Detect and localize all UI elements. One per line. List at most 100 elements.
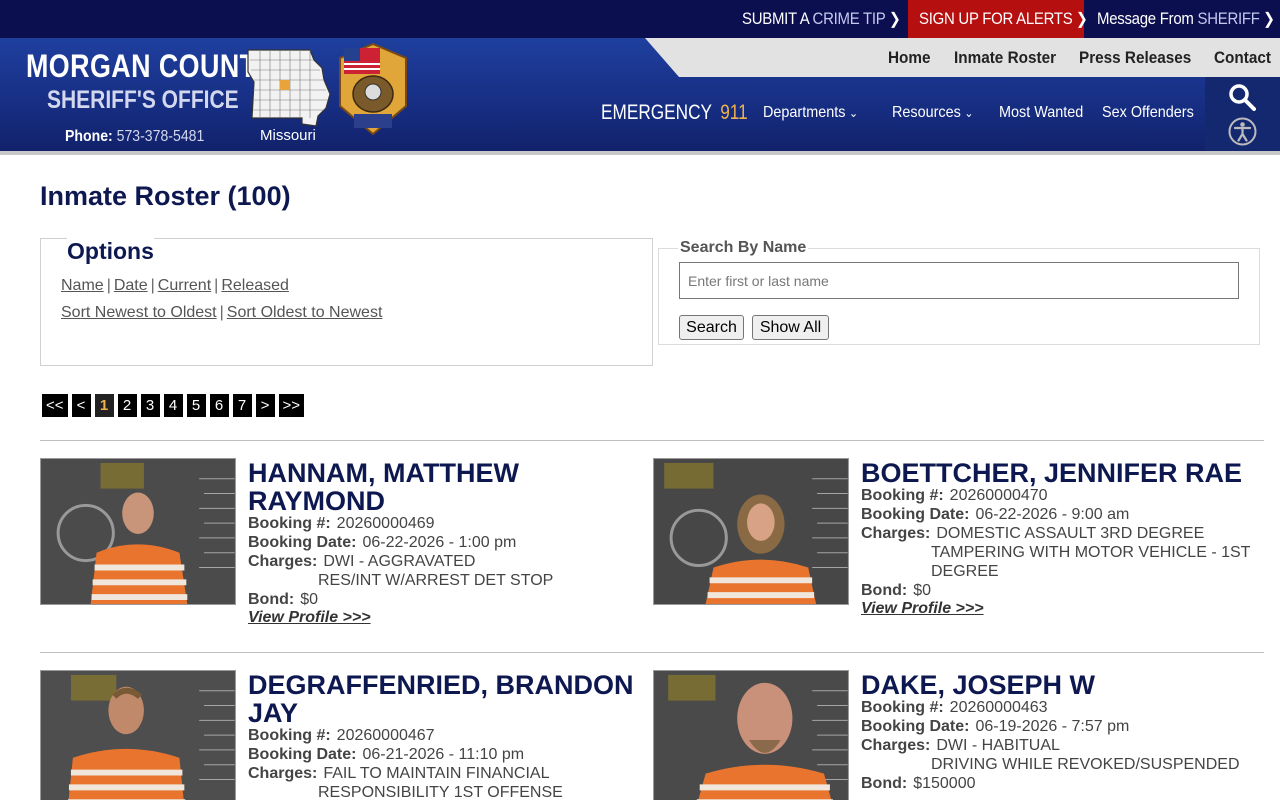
chevron-right-icon: ❯ (1076, 11, 1088, 28)
caret-down-icon: ⌄ (964, 106, 974, 120)
crime-tip-text: SUBMIT A (742, 9, 809, 28)
inmate-name-line2: RAYMOND (248, 486, 386, 516)
chevron-right-icon: ❯ (889, 11, 901, 28)
inmate-name-line1: DEGRAFFENRIED, BRANDON (248, 670, 634, 700)
sign-up-alerts-link[interactable]: SIGN UP FOR ALERTS ❯ (919, 0, 1088, 38)
charge-line: DWI - AGGRAVATED (323, 553, 476, 570)
search-label: Search By Name (678, 239, 809, 257)
nav-inmate-roster[interactable]: Inmate Roster (954, 46, 1056, 70)
booking-value: 20260000470 (949, 487, 1048, 504)
inmate-name-line2: JAY (248, 698, 299, 728)
nav-departments[interactable]: Departments ⌄ (763, 104, 858, 122)
view-profile-link[interactable]: View Profile >>> (248, 609, 371, 627)
inmate-photo[interactable] (653, 458, 849, 605)
phone-number[interactable]: Phone: 573-378-5481 (65, 128, 204, 146)
sort-links: Sort Newest to Oldest | Sort Oldest to New… (61, 304, 383, 321)
pager-first[interactable]: << (42, 394, 68, 417)
caret-down-icon: ⌄ (849, 106, 859, 120)
emergency-911: 911 (720, 101, 748, 124)
inmate-name-line1: BOETTCHER, JENNIFER RAE (861, 458, 1243, 488)
brand-subtitle[interactable]: SHERIFF'S OFFICE (47, 86, 239, 115)
inmate-name[interactable]: DEGRAFFENRIED, BRANDON JAY (248, 671, 634, 727)
phone-label: Phone: (65, 128, 113, 145)
inmate-photo[interactable] (653, 670, 849, 800)
search-button[interactable]: Search (679, 315, 744, 340)
nav-resources[interactable]: Resources ⌄ (892, 104, 973, 122)
crime-tip-highlight: CRIME TIP (812, 9, 886, 28)
pager-page-7[interactable]: 7 (232, 394, 252, 417)
booking-label: Booking #: (248, 727, 331, 744)
sort-newest-link[interactable]: Sort Newest to Oldest (61, 304, 217, 321)
nav-most-wanted[interactable]: Most Wanted (999, 104, 1083, 122)
inmate-name-line1: HANNAM, MATTHEW (248, 458, 519, 488)
inmate-name[interactable]: HANNAM, MATTHEW RAYMOND (248, 459, 519, 515)
booking-date: Booking Date: 06-22-2026 - 1:00 pm (248, 533, 516, 552)
bond: Bond: $0 (248, 590, 318, 609)
message-text: Message From (1097, 9, 1194, 28)
booking-date-label: Booking Date: (861, 506, 970, 523)
bond-value: $0 (300, 591, 318, 608)
top-utility-bar: SUBMIT A CRIME TIP ❯ SIGN UP FOR ALERTS ❯ … (0, 0, 1280, 38)
filter-date-link[interactable]: Date (114, 277, 148, 294)
inmate-photo[interactable] (40, 458, 236, 605)
emergency-number[interactable]: EMERGENCY 911 (601, 101, 748, 125)
pager-last[interactable]: >> (278, 394, 305, 417)
booking-label: Booking #: (248, 515, 331, 532)
sort-oldest-link[interactable]: Sort Oldest to Newest (227, 304, 383, 321)
filter-name-link[interactable]: Name (61, 277, 104, 294)
message-from-sheriff-link[interactable]: Message From SHERIFF ❯ (1097, 0, 1275, 38)
brand-title[interactable]: MORGAN COUNTY (26, 48, 275, 85)
message-highlight: SHERIFF (1197, 9, 1260, 28)
booking-number: Booking #: 20260000463 (861, 698, 1048, 717)
pager-prev[interactable]: < (71, 394, 91, 417)
booking-date: Booking Date: 06-21-2026 - 11:10 pm (248, 745, 524, 764)
inmate-photo[interactable] (40, 670, 236, 800)
bond-label: Bond: (248, 591, 295, 608)
roster-divider (40, 440, 1264, 441)
bond-value: $150000 (913, 775, 976, 792)
booking-date-label: Booking Date: (861, 718, 970, 735)
filter-links: Name | Date | Current | Released (61, 277, 289, 294)
booking-date-value: 06-22-2026 - 9:00 am (975, 506, 1130, 523)
booking-value: 20260000467 (336, 727, 435, 744)
charge-line: FAIL TO MAINTAIN FINANCIAL (323, 765, 550, 782)
charge-line: DWI - HABITUAL (936, 737, 1060, 754)
booking-date: Booking Date: 06-19-2026 - 7:57 pm (861, 717, 1129, 736)
pager-page-6[interactable]: 6 (209, 394, 229, 417)
inmate-name[interactable]: BOETTCHER, JENNIFER RAE (861, 459, 1242, 487)
filter-released-link[interactable]: Released (221, 277, 289, 294)
pager-page-5[interactable]: 5 (186, 394, 206, 417)
charge-line: TAMPERING WITH MOTOR VEHICLE - 1ST (931, 544, 1251, 561)
accessibility-icon[interactable] (1228, 117, 1257, 146)
charges-label: Charges: (861, 525, 931, 542)
charges-label: Charges: (861, 737, 931, 754)
pager-page-4[interactable]: 4 (163, 394, 183, 417)
search-input[interactable] (679, 262, 1239, 299)
pager-page-2[interactable]: 2 (117, 394, 137, 417)
pager-page-1[interactable]: 1 (94, 394, 114, 417)
charge-line: RES/INT W/ARREST DET STOP (318, 572, 554, 589)
pager-next[interactable]: > (255, 394, 275, 417)
bond: Bond: $150000 (861, 774, 976, 793)
roster-divider (40, 652, 1264, 653)
bond-value: $0 (913, 582, 931, 599)
chevron-right-icon: ❯ (1263, 11, 1275, 28)
nav-home[interactable]: Home (888, 46, 931, 70)
pagination: << < 1 2 3 4 5 6 7 > >> (42, 394, 305, 417)
search-icon[interactable] (1228, 83, 1256, 111)
nav-press-releases[interactable]: Press Releases (1079, 46, 1191, 70)
charges-label: Charges: (248, 765, 318, 782)
show-all-button[interactable]: Show All (752, 315, 829, 340)
nav-contact[interactable]: Contact (1214, 46, 1271, 70)
view-profile-link[interactable]: View Profile >>> (861, 600, 984, 618)
submit-crime-tip-link[interactable]: SUBMIT A CRIME TIP ❯ (742, 0, 901, 38)
charges: Charges: DWI - AGGRAVATED (248, 552, 475, 571)
charges: Charges: DWI - HABITUAL (861, 736, 1060, 755)
nav-sex-offenders[interactable]: Sex Offenders (1102, 104, 1194, 122)
filter-current-link[interactable]: Current (158, 277, 211, 294)
inmate-name[interactable]: DAKE, JOSEPH W (861, 671, 1095, 699)
pager-page-3[interactable]: 3 (140, 394, 160, 417)
charge-line: DEGREE (931, 563, 999, 580)
charge-line: RESPONSIBILITY 1ST OFFENSE (318, 784, 563, 800)
alerts-text: SIGN UP FOR ALERTS (919, 9, 1073, 28)
